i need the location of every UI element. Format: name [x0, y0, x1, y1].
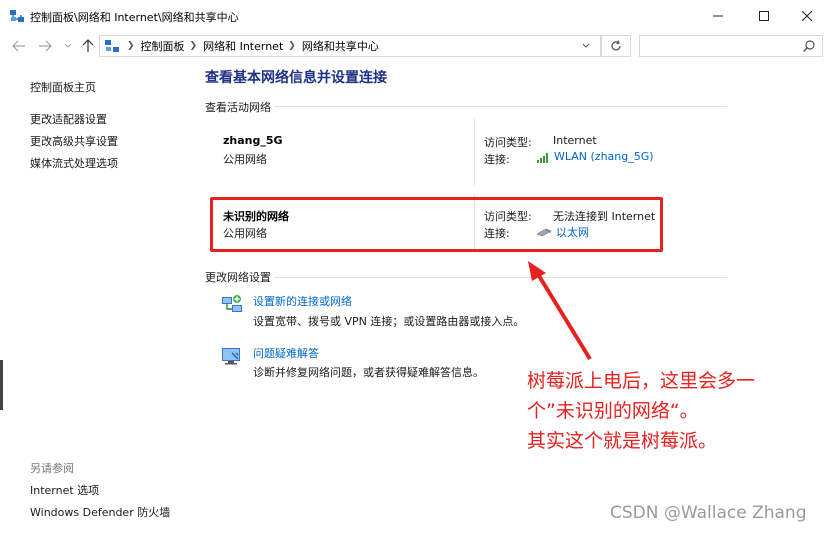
close-icon — [802, 10, 812, 21]
window-title: 控制面板\网络和 Internet\网络和共享中心 — [30, 11, 239, 24]
back-button[interactable] — [10, 37, 28, 55]
chevron-right-icon[interactable]: ❯ — [288, 41, 296, 51]
recent-locations-button[interactable] — [62, 37, 74, 55]
sidebar-item-adapter-settings[interactable]: 更改适配器设置 — [30, 111, 107, 127]
maximize-icon — [759, 10, 769, 21]
chevron-right-icon: ❯ — [127, 41, 135, 51]
troubleshoot-icon — [220, 344, 244, 368]
sidebar-item-advanced-sharing[interactable]: 更改高级共享设置 — [30, 133, 118, 149]
search-input[interactable] — [639, 35, 823, 57]
refresh-icon — [611, 40, 621, 51]
title-bar: 控制面板\网络和 Internet\网络和共享中心 — [0, 0, 830, 31]
page-title: 查看基本网络信息并设置连接 — [205, 70, 387, 86]
breadcrumb-control-panel[interactable]: 控制面板 — [141, 38, 185, 54]
chevron-down-icon — [582, 43, 590, 48]
minimize-button[interactable] — [695, 0, 741, 31]
troubleshoot-link[interactable]: 问题疑难解答 — [253, 345, 319, 361]
watermark: CSDN @Wallace Zhang — [610, 503, 807, 523]
see-also-label: 另请参阅 — [30, 462, 74, 475]
address-bar: ❯ 控制面板 ❯ 网络和 Internet ❯ 网络和共享中心 — [0, 31, 830, 61]
sidebar-item-defender-firewall[interactable]: Windows Defender 防火墙 — [30, 504, 170, 520]
new-connection-description: 设置宽带、拨号或 VPN 连接；或设置路由器或接入点。 — [253, 315, 525, 328]
section-divider — [274, 106, 727, 107]
arrow-left-icon — [12, 40, 25, 52]
sidebar-item-control-panel-home[interactable]: 控制面板主页 — [30, 79, 96, 95]
wlan-connection-label: WLAN (zhang_5G) — [554, 150, 654, 163]
sidebar-item-media-streaming[interactable]: 媒体流式处理选项 — [30, 155, 118, 171]
window-edge — [0, 360, 3, 410]
minimize-icon — [713, 15, 723, 16]
arrow-up-icon — [82, 39, 94, 52]
column-divider — [474, 119, 475, 185]
wlan-connection-link[interactable]: WLAN (zhang_5G) — [536, 150, 654, 163]
refresh-button[interactable] — [601, 35, 631, 57]
breadcrumb-network-internet[interactable]: 网络和 Internet — [203, 38, 283, 54]
network-profile-link[interactable]: 公用网络 — [223, 151, 267, 167]
annotation-highlight-box — [210, 197, 663, 252]
annotation-line: 其实这个就是树莓派。 — [527, 430, 718, 452]
new-connection-link[interactable]: 设置新的连接或网络 — [253, 293, 352, 309]
close-button[interactable] — [784, 0, 830, 31]
arrow-right-icon — [39, 40, 52, 52]
access-type-value: Internet — [553, 134, 597, 147]
annotation-line: 个”未识别的网络“。 — [527, 400, 699, 422]
address-dropdown-button[interactable] — [578, 38, 594, 54]
sidebar: 控制面板主页 更改适配器设置 更改高级共享设置 媒体流式处理选项 另请参阅 In… — [0, 61, 190, 535]
connection-label: 连接: — [484, 153, 510, 166]
chevron-right-icon[interactable]: ❯ — [190, 41, 198, 51]
network-sharing-center-icon — [9, 8, 25, 24]
control-panel-icon — [104, 38, 120, 54]
active-networks-heading: 查看活动网络 — [205, 101, 271, 114]
up-button[interactable] — [80, 37, 96, 55]
troubleshoot-description: 诊断并修复网络问题，或者获得疑难解答信息。 — [253, 366, 484, 379]
address-field[interactable]: ❯ 控制面板 ❯ 网络和 Internet ❯ 网络和共享中心 — [99, 35, 601, 57]
wifi-signal-icon — [536, 151, 550, 163]
forward-button[interactable] — [36, 37, 54, 55]
search-icon — [802, 39, 816, 53]
annotation-line: 树莓派上电后，这里会多一 — [527, 370, 756, 392]
maximize-button[interactable] — [741, 0, 787, 31]
section-divider — [274, 277, 727, 278]
new-connection-icon — [220, 293, 244, 317]
access-type-label: 访问类型: — [484, 136, 532, 149]
breadcrumb: ❯ 控制面板 ❯ 网络和 Internet ❯ 网络和共享中心 — [122, 36, 379, 56]
annotation-arrow — [528, 261, 592, 361]
chevron-down-icon — [64, 43, 72, 48]
change-settings-heading: 更改网络设置 — [205, 271, 271, 284]
breadcrumb-sharing-center[interactable]: 网络和共享中心 — [302, 38, 379, 54]
sidebar-item-internet-options[interactable]: Internet 选项 — [30, 482, 99, 498]
annotation-text: 树莓派上电后，这里会多一 个”未识别的网络“。 其实这个就是树莓派。 — [527, 366, 827, 456]
network-name: zhang_5G — [223, 134, 283, 147]
